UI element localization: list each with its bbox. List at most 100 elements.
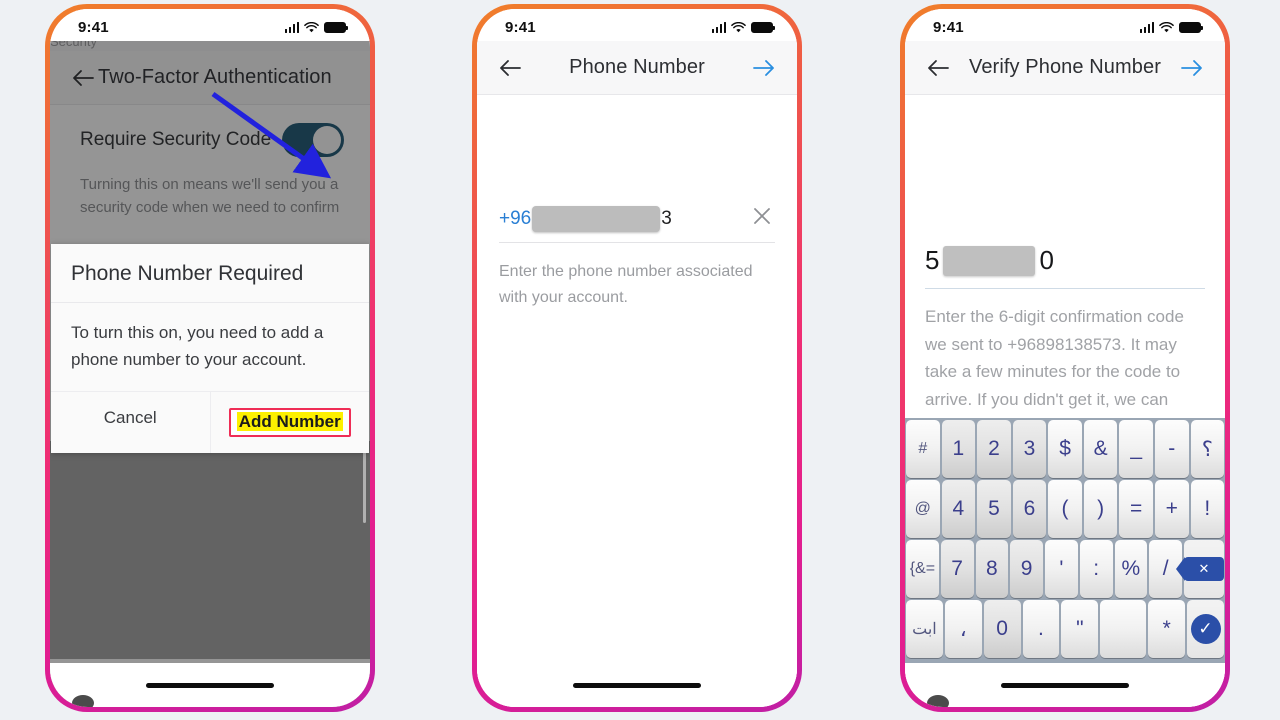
key-8[interactable]: 8 (975, 540, 1009, 598)
dialog-actions: Cancel Add Number (51, 391, 370, 454)
cellular-signal-icon (284, 21, 299, 33)
next-button[interactable] (1177, 53, 1207, 83)
key-backspace[interactable]: ✕ (1176, 540, 1224, 598)
camera-dot-icon (927, 695, 949, 707)
phone-number-input[interactable]: +96 3 (499, 205, 775, 243)
code-suffix: 0 (1039, 245, 1054, 275)
key-space[interactable] (1100, 600, 1147, 658)
page-title: Verify Phone Number (969, 56, 1161, 78)
status-bar: 9:41 (50, 9, 370, 41)
phone-2-screen: 9:41 Phone Number +96 3 Enter the phone … (477, 9, 797, 707)
arrow-right-icon (1181, 59, 1202, 76)
battery-icon (751, 21, 776, 33)
battery-icon (1179, 21, 1204, 33)
redaction-block (943, 245, 1036, 276)
keyboard-row: # 1 2 3 $ & _ - ؟ (905, 420, 1225, 480)
on-screen-keyboard: # 1 2 3 $ & _ - ؟ @ 4 5 6 () = + ! {&= … (905, 418, 1225, 663)
key-7[interactable]: 7 (940, 540, 974, 598)
close-x-icon (754, 208, 770, 224)
key-exclamation[interactable]: ! (1190, 480, 1225, 538)
status-bar-icons (1139, 21, 1204, 33)
key-at[interactable]: @ (906, 480, 940, 538)
phone-1-body: Security Two-Factor Authentication Requi… (50, 41, 370, 707)
key-plus[interactable]: + (1154, 480, 1189, 538)
keyboard-row: ابت ، 0 . " * ✓ (905, 600, 1225, 660)
status-bar-time: 9:41 (78, 18, 109, 36)
arrow-left-icon (928, 59, 949, 76)
dimmed-lower-area (50, 441, 370, 659)
phone-1-two-factor-authentication: 9:41 Security Two-Factor Authentication … (45, 4, 375, 712)
add-number-label: Add Number (236, 412, 343, 432)
phone-2-header: Phone Number (477, 41, 797, 95)
keyboard-row: {&= 7 8 9 ' : % / ✕ (905, 540, 1225, 600)
next-button[interactable] (749, 53, 779, 83)
key-colon[interactable]: : (1079, 540, 1113, 598)
key-1[interactable]: 1 (941, 420, 976, 478)
key-0[interactable]: 0 (983, 600, 1021, 658)
code-prefix: 5 (925, 245, 940, 275)
redaction-block (532, 206, 661, 232)
check-icon: ✓ (1190, 614, 1221, 644)
cellular-signal-icon (711, 21, 726, 33)
backspace-icon: ✕ (1176, 557, 1224, 581)
key-6[interactable]: 6 (1012, 480, 1047, 538)
key-confirm[interactable]: ✓ (1187, 600, 1224, 658)
dialog-message: To turn this on, you need to add a phone… (71, 323, 324, 370)
add-number-button[interactable]: Add Number (209, 392, 370, 454)
confirmation-code-value: 5 0 (925, 245, 1054, 276)
key-paren-close[interactable]: ) (1083, 480, 1118, 538)
key-quote[interactable]: " (1061, 600, 1099, 658)
key-hyphen[interactable]: - (1154, 420, 1189, 478)
home-indicator[interactable] (146, 682, 274, 688)
key-3[interactable]: 3 (1012, 420, 1047, 478)
home-indicator[interactable] (573, 682, 701, 688)
home-indicator-area (905, 663, 1225, 707)
scrollbar-thumb[interactable] (363, 445, 366, 523)
status-bar: 9:41 (905, 9, 1225, 41)
key-5[interactable]: 5 (977, 480, 1011, 538)
status-bar-time: 9:41 (505, 18, 536, 36)
arrow-left-icon (500, 59, 521, 76)
wifi-icon (731, 21, 746, 32)
key-2[interactable]: 2 (977, 420, 1011, 478)
key-arabic-comma[interactable]: ، (944, 600, 982, 658)
key-9[interactable]: 9 (1010, 540, 1043, 598)
clear-button[interactable] (751, 205, 775, 232)
phone-number-required-dialog: Phone Number Required To turn this on, y… (51, 244, 370, 454)
battery-icon (324, 21, 349, 33)
confirmation-code-input[interactable]: 5 0 (925, 245, 1205, 289)
key-underscore[interactable]: _ (1119, 420, 1153, 478)
home-indicator[interactable] (1001, 682, 1129, 688)
add-number-highlight-box: Add Number (228, 408, 351, 438)
home-indicator-area (477, 663, 797, 707)
back-button[interactable] (923, 53, 953, 83)
key-symbols-toggle[interactable]: {&= (906, 540, 939, 598)
key-apostrophe[interactable]: ' (1045, 540, 1078, 598)
status-bar-time: 9:41 (933, 18, 964, 36)
phone-number-prefix: +96 (499, 208, 532, 229)
key-language-switch[interactable]: ابت (906, 600, 943, 658)
key-period[interactable]: . (1022, 600, 1060, 658)
phone-number-suffix: 3 (661, 208, 672, 229)
phone-2-body: Phone Number +96 3 Enter the phone numbe… (477, 41, 797, 707)
phone-number-value: +96 3 (499, 206, 743, 232)
arrow-right-icon (753, 59, 774, 76)
back-button[interactable] (495, 53, 525, 83)
key-equals[interactable]: = (1119, 480, 1153, 538)
wifi-icon (304, 21, 319, 32)
screenshot-stage: 9:41 Security Two-Factor Authentication … (0, 0, 1280, 720)
key-hash[interactable]: # (906, 420, 940, 478)
phone-3-header: Verify Phone Number (905, 41, 1225, 95)
key-dollar[interactable]: $ (1048, 420, 1082, 478)
cancel-button[interactable]: Cancel (51, 392, 210, 453)
key-arabic-question[interactable]: ؟ (1190, 420, 1225, 478)
key-paren-open[interactable]: ( (1048, 480, 1082, 538)
dialog-title: Phone Number Required (51, 244, 369, 303)
phone-3-verify-phone-number: 9: 41 Verify Phone Number 5 0 Enter the 6… (900, 4, 1230, 712)
key-percent[interactable]: % (1114, 540, 1148, 598)
status-bar-icons (711, 21, 776, 33)
key-asterisk[interactable]: * (1148, 600, 1186, 658)
phone-3-screen: 9: 41 Verify Phone Number 5 0 Enter the 6… (905, 9, 1225, 707)
key-ampersand[interactable]: & (1083, 420, 1118, 478)
key-4[interactable]: 4 (941, 480, 976, 538)
